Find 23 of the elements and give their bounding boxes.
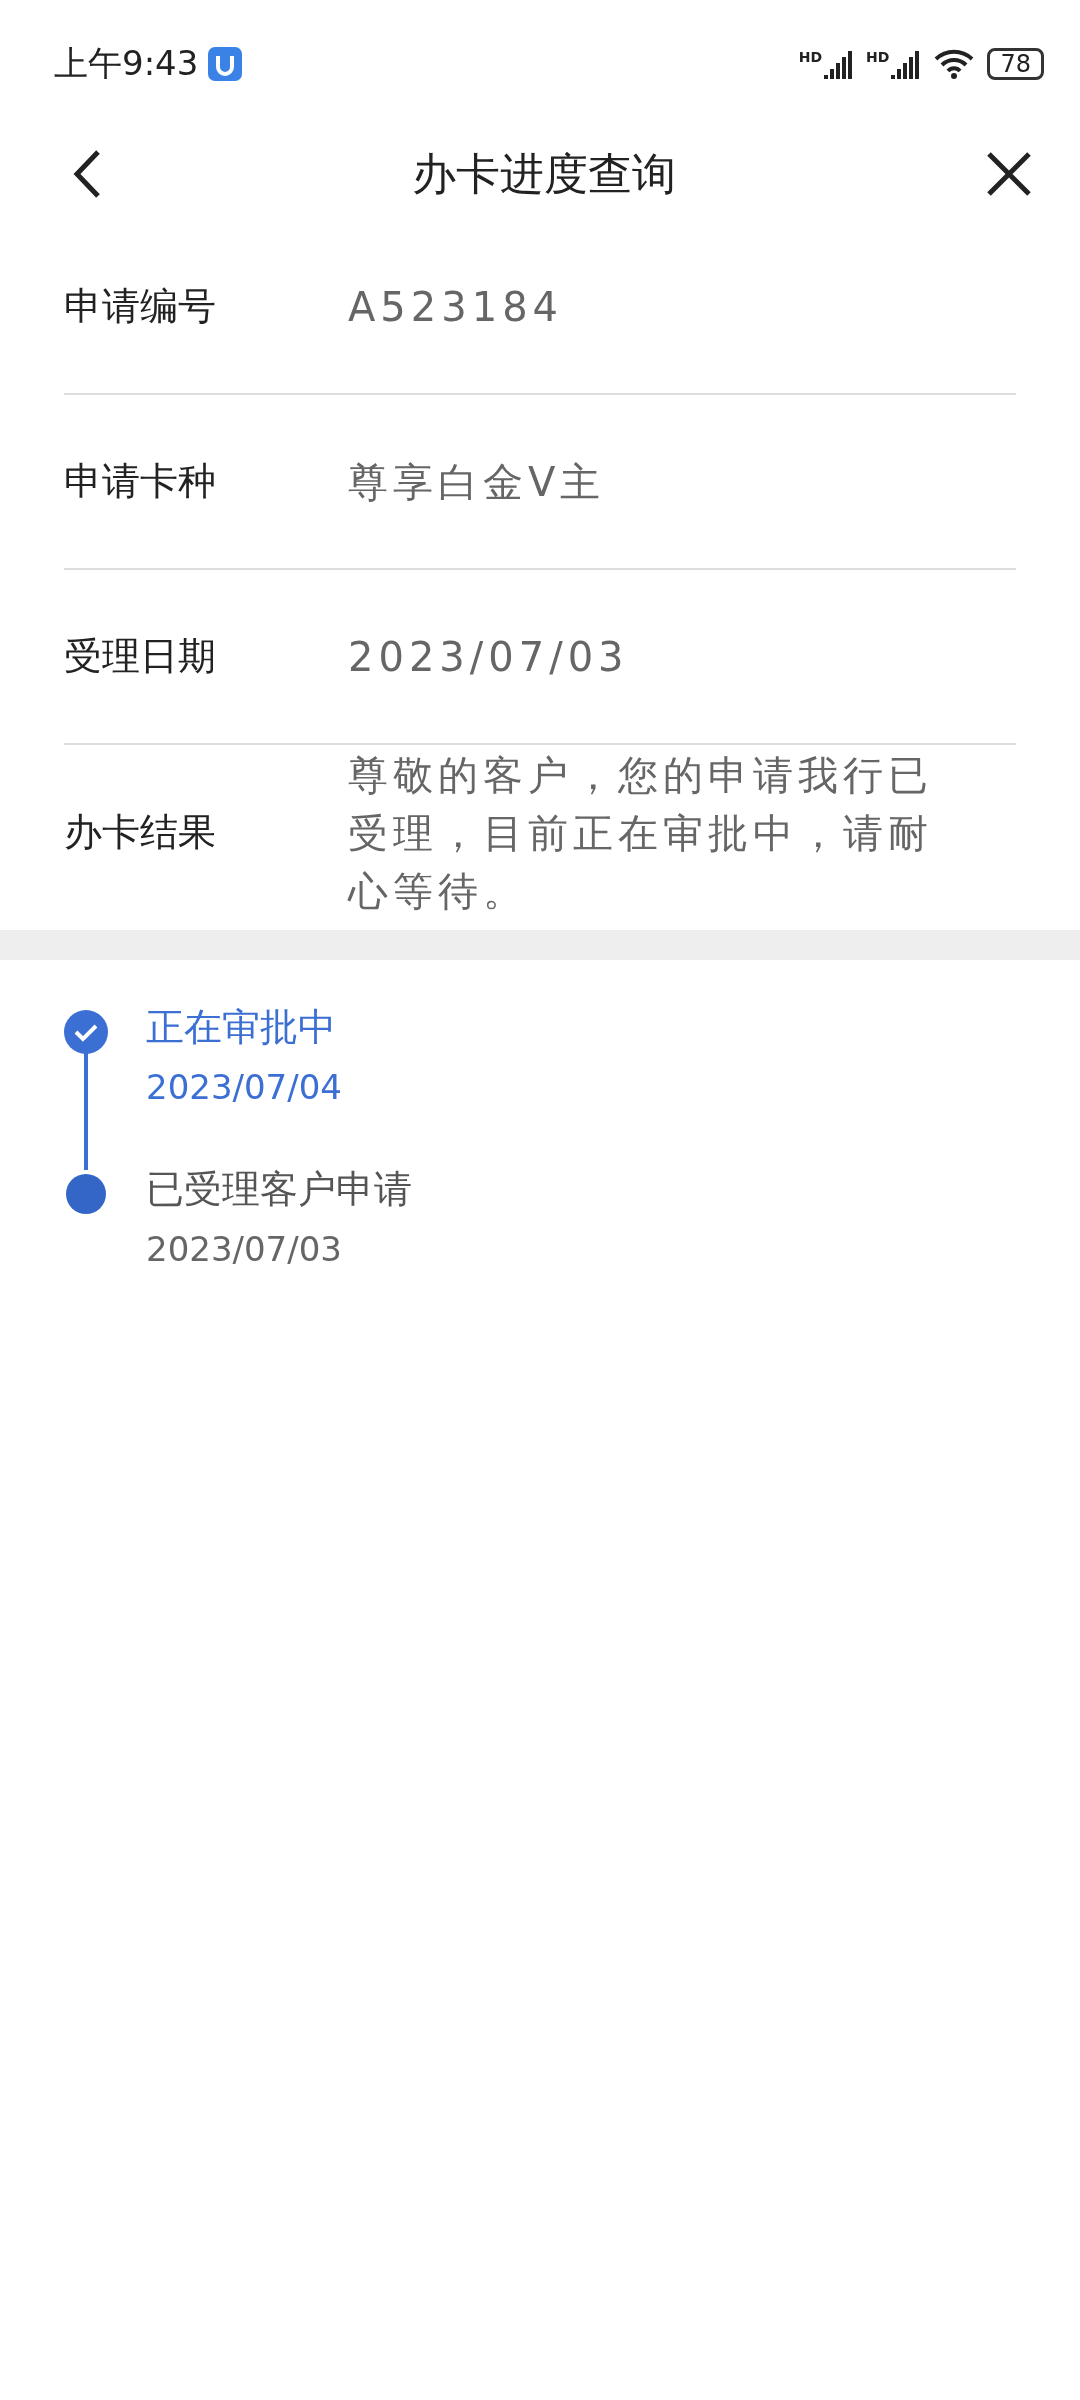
timeline-title: 已受理客户申请	[146, 1166, 412, 1213]
detail-label: 申请卡种	[64, 458, 217, 505]
timeline-title: 正在审批中	[146, 1004, 337, 1051]
wifi-icon	[933, 47, 976, 81]
back-icon[interactable]	[72, 149, 102, 199]
timeline-date: 2023/07/04	[146, 1067, 342, 1107]
detail-label: 办卡结果	[64, 809, 217, 856]
detail-value: 尊享白金V主	[348, 457, 606, 507]
detail-label: 受理日期	[64, 633, 217, 680]
page-title: 办卡进度查询	[412, 146, 676, 201]
timeline-date: 2023/07/03	[146, 1229, 343, 1269]
signal-icon	[891, 49, 922, 79]
signal-icon	[824, 49, 855, 79]
app-notification-icon	[208, 47, 243, 81]
network-type-label: HD	[866, 49, 890, 65]
status-time: 上午9:43	[54, 42, 199, 85]
network-type-label: HD	[798, 49, 823, 65]
detail-value: A523184	[348, 282, 564, 332]
close-icon[interactable]	[986, 151, 1032, 197]
detail-value: 尊敬的客户，您的申请我行已受理，目前正在审批中，请耐心等待。	[348, 750, 934, 916]
battery-indicator: 78	[987, 48, 1044, 80]
detail-value: 2023/07/03	[348, 632, 629, 682]
detail-label: 申请编号	[64, 283, 217, 330]
